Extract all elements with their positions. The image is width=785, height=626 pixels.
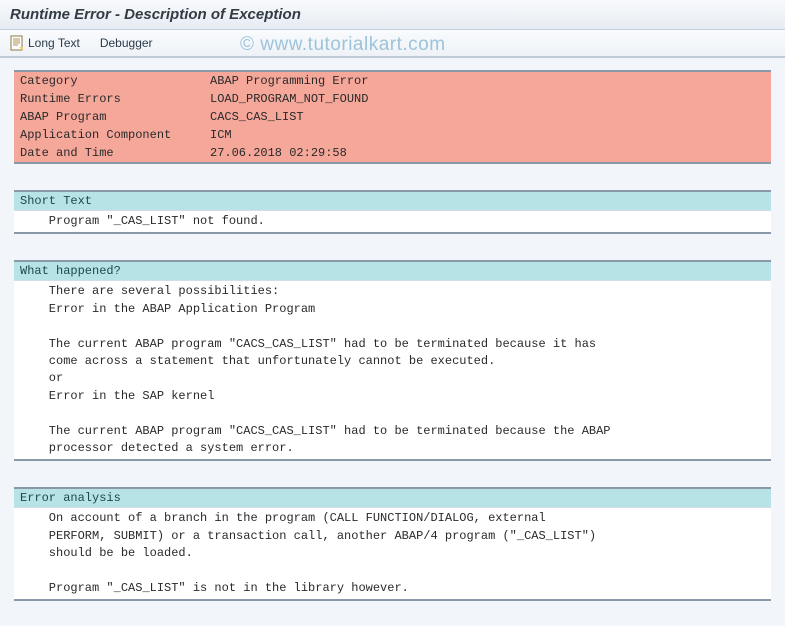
table-row: Runtime Errors LOAD_PROGRAM_NOT_FOUND bbox=[14, 90, 771, 108]
long-text-button[interactable]: Long Text bbox=[10, 35, 80, 51]
window-header: Runtime Error - Description of Exception bbox=[0, 0, 785, 30]
table-row: Category ABAP Programming Error bbox=[14, 71, 771, 90]
info-value: ABAP Programming Error bbox=[204, 71, 771, 90]
info-label: Runtime Errors bbox=[14, 90, 204, 108]
info-label: Category bbox=[14, 71, 204, 90]
toolbar: Long Text Debugger bbox=[0, 30, 785, 58]
section-body: There are several possibilities: Error i… bbox=[14, 281, 771, 459]
table-row: Application Component ICM bbox=[14, 126, 771, 144]
page-title: Runtime Error - Description of Exception bbox=[10, 6, 775, 23]
error-analysis-section: Error analysis On account of a branch in… bbox=[14, 487, 771, 601]
info-label: Application Component bbox=[14, 126, 204, 144]
section-body: Program "_CAS_LIST" not found. bbox=[14, 211, 771, 232]
content-area: Category ABAP Programming Error Runtime … bbox=[0, 58, 785, 613]
table-row: ABAP Program CACS_CAS_LIST bbox=[14, 108, 771, 126]
section-title: Error analysis bbox=[14, 489, 771, 508]
info-table: Category ABAP Programming Error Runtime … bbox=[14, 70, 771, 164]
info-label: Date and Time bbox=[14, 144, 204, 163]
what-happened-section: What happened? There are several possibi… bbox=[14, 260, 771, 461]
debugger-label: Debugger bbox=[100, 36, 153, 50]
info-value: CACS_CAS_LIST bbox=[204, 108, 771, 126]
info-value: LOAD_PROGRAM_NOT_FOUND bbox=[204, 90, 771, 108]
section-title: Short Text bbox=[14, 192, 771, 211]
info-label: ABAP Program bbox=[14, 108, 204, 126]
document-icon bbox=[10, 35, 24, 51]
long-text-label: Long Text bbox=[28, 36, 80, 50]
info-value: 27.06.2018 02:29:58 bbox=[204, 144, 771, 163]
debugger-button[interactable]: Debugger bbox=[100, 36, 153, 50]
info-value: ICM bbox=[204, 126, 771, 144]
table-row: Date and Time 27.06.2018 02:29:58 bbox=[14, 144, 771, 163]
section-title: What happened? bbox=[14, 262, 771, 281]
section-body: On account of a branch in the program (C… bbox=[14, 508, 771, 599]
short-text-section: Short Text Program "_CAS_LIST" not found… bbox=[14, 190, 771, 234]
